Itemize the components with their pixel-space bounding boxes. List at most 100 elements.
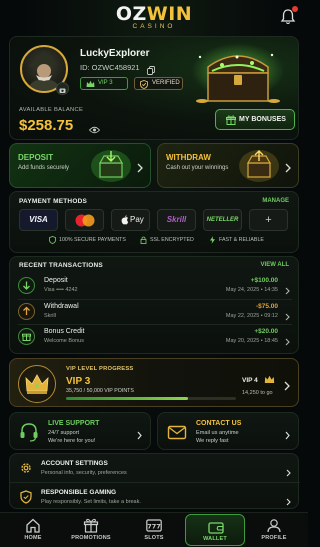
balance-label: AVAILABLE BALANCE (19, 107, 84, 113)
nav-profile-label: PROFILE (261, 535, 287, 541)
payment-methods-card: PAYMENT METHODS MANAGE VISA Pay Skrill N… (9, 191, 299, 253)
chevron-right-icon (285, 160, 291, 173)
logo-text-oz: OZ (115, 3, 147, 25)
gift-icon (18, 328, 35, 345)
shield-icon (49, 236, 56, 244)
add-payment-method-button[interactable]: + (249, 209, 288, 231)
contact-us-line1: Email us anytime (196, 430, 239, 436)
withdraw-title: WITHDRAW (166, 153, 211, 162)
live-support-card[interactable]: LIVE SUPPORT 24/7 support We're here for… (9, 412, 151, 450)
transaction-method: Welcome Bonus (44, 338, 84, 344)
gift-icon (226, 115, 236, 125)
wallet-screen: OZWIN CASINO LuckyExplorer ID: OZWC45892… (0, 0, 308, 547)
gift-icon (83, 518, 99, 533)
transaction-amount: +$20.00 (254, 328, 278, 335)
chevron-right-icon (285, 333, 290, 346)
fast-reliable-note: FAST & RELIABLE (209, 236, 264, 244)
my-bonuses-button[interactable]: MY BONUSES (215, 109, 295, 130)
transaction-amount: -$75.00 (255, 303, 278, 310)
transaction-date: May 20, 2025 • 18:45 (225, 338, 278, 344)
nav-promotions-label: PROMOTIONS (71, 535, 111, 541)
live-support-line1: 24/7 support (48, 430, 80, 436)
skrill-method[interactable]: Skrill (157, 209, 196, 231)
apple-pay-label: Pay (130, 215, 144, 224)
chevron-right-icon (137, 160, 143, 173)
chevron-right-icon (285, 427, 290, 440)
copy-icon[interactable] (147, 62, 155, 75)
transaction-row[interactable]: Deposit Visa •••• 4242 +$100.00 May 24, … (18, 274, 292, 298)
nav-wallet-label: WALLET (203, 536, 227, 542)
vip-progress-card[interactable]: VIP LEVEL PROGRESS VIP 3 35,750 / 50,000… (9, 358, 299, 407)
visa-method[interactable]: VISA (19, 209, 58, 231)
nav-slots[interactable]: 777 SLOTS (124, 513, 184, 547)
wallet-icon (208, 522, 224, 534)
vip-progress-title: VIP LEVEL PROGRESS (66, 366, 134, 372)
nav-promotions[interactable]: PROMOTIONS (61, 513, 121, 547)
transaction-name: Deposit (44, 277, 68, 284)
vip-progress-bar (66, 397, 236, 400)
vip-current-level: VIP 3 (66, 376, 91, 387)
mastercard-method[interactable] (65, 209, 104, 231)
vip-points-to-go: 14,250 to go (242, 390, 273, 396)
crown-icon (18, 365, 56, 403)
bottom-nav: HOME PROMOTIONS 777 SLOTS WALLET PROFILE (0, 512, 308, 547)
transaction-row[interactable]: Bonus Credit Welcome Bonus +$20.00 May 2… (18, 324, 292, 348)
bell-icon[interactable] (280, 6, 298, 26)
live-support-title: LIVE SUPPORT (48, 420, 100, 427)
contact-us-card[interactable]: CONTACT US Email us anytime We reply fas… (157, 412, 299, 450)
fast-reliable-label: FAST & RELIABLE (219, 237, 264, 243)
arrow-up-icon (18, 303, 35, 320)
deposit-card[interactable]: DEPOSIT Add funds securely (9, 143, 151, 188)
apple-pay-method[interactable]: Pay (111, 209, 150, 231)
verified-badge: VERIFIED (134, 77, 183, 90)
contact-us-line2: We reply fast (196, 438, 229, 444)
nav-slots-label: SLOTS (144, 535, 164, 541)
settings-list: ACCOUNT SETTINGS Personal info, security… (9, 453, 300, 510)
secure-payments-note: 100% SECURE PAYMENTS (49, 236, 126, 244)
nav-home[interactable]: HOME (3, 513, 63, 547)
view-all-link[interactable]: VIEW ALL (261, 262, 289, 268)
profile-icon (267, 519, 281, 533)
contact-us-title: CONTACT US (196, 420, 242, 427)
manage-link[interactable]: MANAGE (262, 198, 289, 204)
balance-amount: $258.75 (19, 117, 74, 134)
responsible-gaming-item[interactable]: RESPONSIBLE GAMING Play responsibly. Set… (10, 482, 300, 510)
vip-badge-label: VIP 3 (98, 80, 113, 86)
shield-icon (19, 490, 33, 504)
camera-icon[interactable] (56, 82, 69, 95)
transaction-method: Skrill (44, 313, 56, 319)
vip-badge: VIP 3 (80, 77, 128, 90)
logo-text-win: WIN (146, 3, 193, 25)
transaction-name: Withdrawal (44, 303, 79, 310)
crown-small-icon (264, 375, 275, 383)
casino-logo[interactable]: OZWIN CASINO (0, 4, 308, 31)
chevron-right-icon (286, 493, 291, 506)
lightning-icon (210, 236, 215, 244)
recent-transactions-card: RECENT TRANSACTIONS VIEW ALL Deposit Vis… (9, 256, 299, 354)
gear-icon (19, 461, 33, 475)
nav-home-label: HOME (24, 535, 42, 541)
nav-profile[interactable]: PROFILE (244, 513, 304, 547)
transaction-date: May 22, 2025 • 09:12 (225, 313, 278, 319)
account-settings-item[interactable]: ACCOUNT SETTINGS Personal info, security… (10, 454, 300, 482)
headset-icon (18, 421, 40, 443)
ssl-note: SSL ENCRYPTED (140, 236, 194, 244)
withdraw-card[interactable]: WITHDRAW Cash out your winnings (157, 143, 299, 188)
chevron-right-icon (137, 427, 142, 440)
transaction-row[interactable]: Withdrawal Skrill -$75.00 May 22, 2025 •… (18, 299, 292, 323)
responsible-gaming-title: RESPONSIBLE GAMING (41, 489, 117, 496)
svg-text:777: 777 (147, 523, 161, 531)
nav-wallet[interactable]: WALLET (185, 514, 245, 546)
account-settings-subtitle: Personal info, security, preferences (41, 470, 127, 476)
mastercard-logo-icon (75, 214, 95, 227)
deposit-subtitle: Add funds securely (18, 165, 70, 171)
eye-icon[interactable] (88, 121, 101, 134)
deposit-chest-icon (90, 147, 132, 185)
secure-payments-label: 100% SECURE PAYMENTS (59, 237, 126, 243)
deposit-title: DEPOSIT (18, 153, 54, 162)
logo-subtitle: CASINO (132, 23, 176, 30)
vip-next-level: VIP 4 (242, 377, 258, 384)
profile-card: LuckyExplorer ID: OZWC458921 VIP 3 VERIF… (9, 36, 299, 140)
neteller-method[interactable]: NETELLER (203, 209, 242, 231)
transaction-method: Visa •••• 4242 (44, 287, 78, 293)
